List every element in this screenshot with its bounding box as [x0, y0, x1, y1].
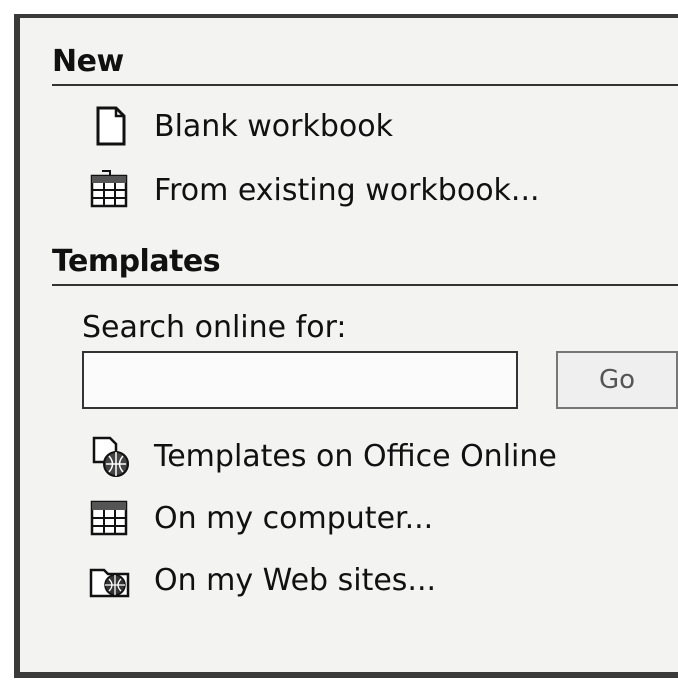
- search-online-input[interactable]: [82, 351, 518, 409]
- web-templates-icon: [92, 436, 129, 477]
- blank-document-icon: [96, 106, 126, 146]
- section-title-new: New: [52, 44, 124, 79]
- workbook-icon: [90, 170, 128, 208]
- from-existing-workbook-label: From existing workbook...: [154, 172, 540, 208]
- on-my-computer-link[interactable]: On my computer...: [88, 492, 433, 544]
- on-my-computer-label: On my computer...: [154, 500, 434, 536]
- blank-workbook-label: Blank workbook: [154, 108, 393, 144]
- search-online-label: Search online for:: [82, 310, 347, 345]
- from-existing-workbook-link[interactable]: From existing workbook...: [88, 164, 540, 216]
- new-workbook-task-pane: New Blank workbook From existing workboo…: [14, 14, 678, 678]
- on-my-web-sites-label: On my Web sites...: [154, 562, 437, 598]
- go-button[interactable]: Go: [556, 351, 678, 409]
- section-divider: [52, 84, 678, 86]
- on-my-web-sites-link[interactable]: On my Web sites...: [88, 554, 436, 606]
- templates-on-office-online-label: Templates on Office Online: [154, 438, 557, 474]
- section-divider: [52, 284, 678, 286]
- section-title-templates: Templates: [52, 244, 221, 279]
- web-folder-icon: [89, 568, 130, 598]
- computer-templates-icon: [90, 500, 128, 536]
- templates-on-office-online-link[interactable]: Templates on Office Online: [88, 430, 557, 482]
- blank-workbook-link[interactable]: Blank workbook: [88, 100, 393, 152]
